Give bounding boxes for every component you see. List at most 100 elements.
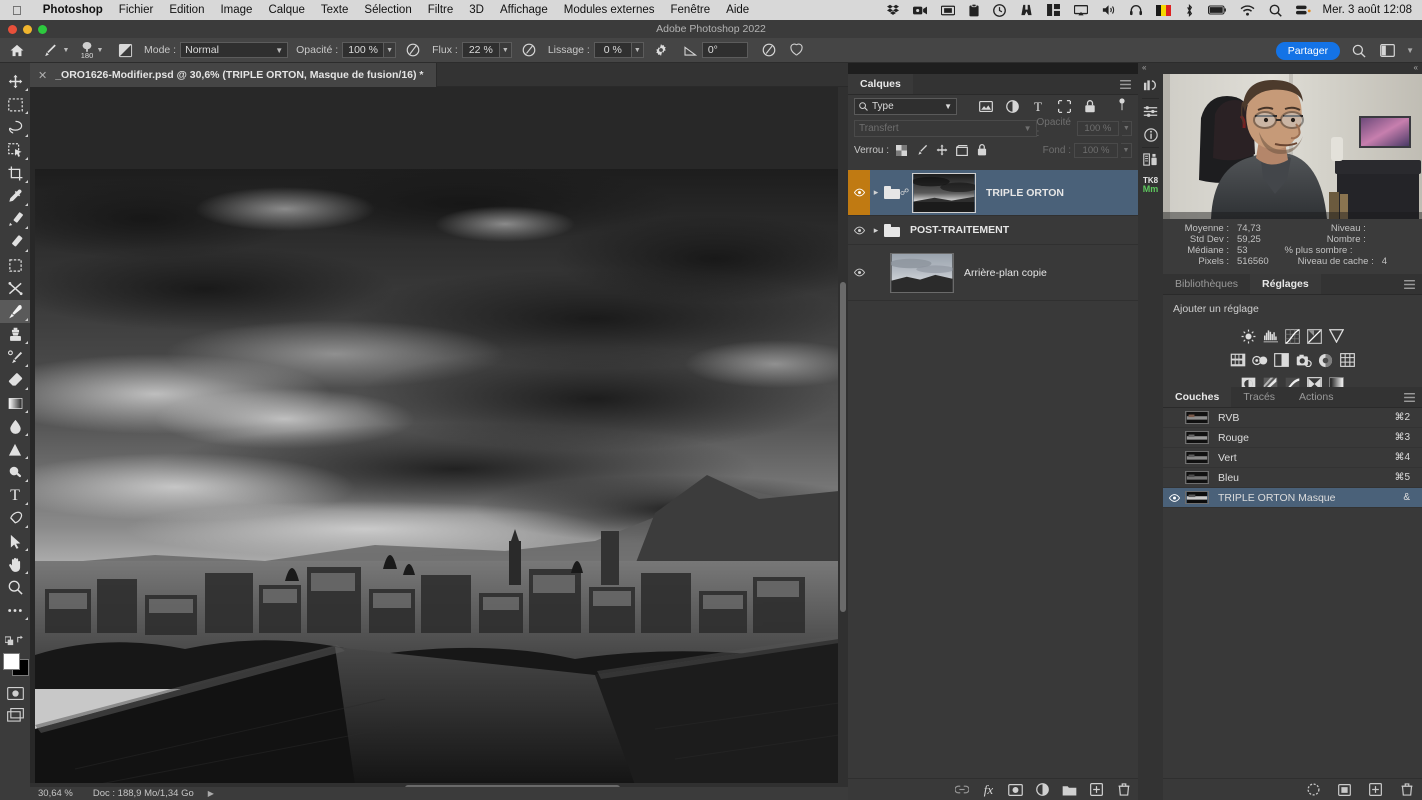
angle-input[interactable]: 0° xyxy=(701,42,748,58)
adjustment-filter-icon[interactable] xyxy=(1002,97,1022,115)
zoom-level[interactable]: 30,64 % xyxy=(30,788,81,799)
opacity-input[interactable]: 100 % xyxy=(342,42,385,58)
table-row[interactable]: Vert ⌘4 xyxy=(1163,448,1422,468)
channel-visibility-toggle[interactable] xyxy=(1163,493,1185,502)
layer-style-fx-icon[interactable]: fx xyxy=(980,781,997,798)
swap-reset-colors-icons[interactable] xyxy=(0,629,30,652)
tab-bibliotheques[interactable]: Bibliothèques xyxy=(1163,274,1250,294)
tab-traces[interactable]: Tracés xyxy=(1231,387,1287,407)
zoom-tool[interactable] xyxy=(0,576,30,599)
layer-visibility-toggle[interactable] xyxy=(848,170,870,215)
menu-image[interactable]: Image xyxy=(212,4,260,16)
load-selection-icon[interactable] xyxy=(1306,782,1321,797)
spot-healing-brush-tool[interactable] xyxy=(0,208,30,231)
smart-object-filter-icon[interactable] xyxy=(1080,97,1100,115)
layer-visibility-toggle[interactable] xyxy=(848,216,870,244)
wifi-icon[interactable] xyxy=(1233,4,1262,16)
flow-chevron-icon[interactable]: ▼ xyxy=(499,42,512,58)
close-icon[interactable]: ✕ xyxy=(38,69,47,82)
type-tool[interactable]: T xyxy=(0,484,30,507)
control-center-icon[interactable] xyxy=(1289,4,1318,16)
menu-3d[interactable]: 3D xyxy=(461,4,492,16)
table-row[interactable]: ▸ POST-TRAITEMENT xyxy=(848,216,1138,245)
color-swatches[interactable] xyxy=(0,652,30,682)
tab-couches[interactable]: Couches xyxy=(1163,387,1232,407)
menu-edition[interactable]: Edition xyxy=(161,4,212,16)
frame-tool[interactable] xyxy=(0,254,30,277)
screen-record-icon[interactable] xyxy=(906,5,934,16)
path-selection-tool[interactable] xyxy=(0,530,30,553)
hand-tool[interactable] xyxy=(0,553,30,576)
rectangular-marquee-tool[interactable] xyxy=(0,93,30,116)
clone-stamp-tool[interactable] xyxy=(0,323,30,346)
shuffle-tool[interactable] xyxy=(0,277,30,300)
adjustments-rail-icon[interactable] xyxy=(1138,99,1163,123)
symmetry-butterfly-icon[interactable] xyxy=(786,39,808,61)
layout-icon[interactable] xyxy=(1040,4,1067,16)
burn-tool[interactable] xyxy=(0,461,30,484)
panel-menu-icon[interactable] xyxy=(1404,274,1422,294)
menu-affichage[interactable]: Affichage xyxy=(492,4,556,16)
bluetooth-icon[interactable] xyxy=(1178,3,1201,17)
dropbox-icon[interactable] xyxy=(880,4,906,16)
spotlight-search-icon[interactable] xyxy=(1262,4,1289,17)
brightness-contrast-icon[interactable] xyxy=(1240,328,1257,344)
binoculars-icon[interactable] xyxy=(1013,4,1040,17)
save-selection-icon[interactable] xyxy=(1337,782,1352,797)
battery-icon[interactable] xyxy=(1201,5,1233,15)
delete-channel-icon[interactable] xyxy=(1399,782,1414,797)
pen-tool[interactable] xyxy=(0,507,30,530)
table-row[interactable]: Bleu ⌘5 xyxy=(1163,468,1422,488)
collapse-rail-icon[interactable]: « xyxy=(1142,63,1146,72)
eraser-tool[interactable] xyxy=(0,369,30,392)
table-row[interactable]: Arrière-plan copie xyxy=(848,245,1138,301)
airplay-icon[interactable] xyxy=(1067,4,1095,16)
table-row[interactable]: RVB ⌘2 xyxy=(1163,408,1422,428)
menu-texte[interactable]: Texte xyxy=(313,4,357,16)
airbrush-icon[interactable] xyxy=(518,39,540,61)
curves-icon[interactable] xyxy=(1284,328,1301,344)
menu-photoshop[interactable]: Photoshop xyxy=(35,4,111,16)
edit-toolbar-ellipsis-icon[interactable] xyxy=(0,599,30,622)
lasso-tool[interactable] xyxy=(0,116,30,139)
brush-panel-icon[interactable] xyxy=(114,39,136,61)
lock-transparency-icon[interactable] xyxy=(894,144,909,156)
info-rail-icon[interactable] xyxy=(1138,123,1163,147)
foreground-color-swatch[interactable] xyxy=(3,653,20,670)
history-brush-tool[interactable] xyxy=(0,346,30,369)
canvas-vertical-scrollbar[interactable] xyxy=(838,87,848,783)
clock-icon[interactable] xyxy=(986,3,1013,17)
scroll-thumb[interactable] xyxy=(840,282,846,612)
new-channel-icon[interactable] xyxy=(1368,782,1383,797)
canvas-area[interactable] xyxy=(30,87,848,783)
new-layer-icon[interactable] xyxy=(1088,781,1105,798)
panel-menu-icon[interactable] xyxy=(1120,74,1138,94)
add-mask-icon[interactable] xyxy=(1007,781,1024,798)
tab-calques[interactable]: Calques xyxy=(848,74,913,94)
menu-fichier[interactable]: Fichier xyxy=(111,4,162,16)
shape-filter-icon[interactable] xyxy=(1054,97,1074,115)
chevron-down-icon[interactable]: ▼ xyxy=(1121,120,1132,136)
lock-all-icon[interactable] xyxy=(974,144,989,156)
layer-blend-mode-select[interactable]: Transfert ▼ xyxy=(854,119,1037,137)
clipboard-icon[interactable] xyxy=(962,3,986,17)
type-filter-icon[interactable]: T xyxy=(1028,97,1048,115)
color-balance-icon[interactable] xyxy=(1251,352,1268,368)
vibrance-icon[interactable] xyxy=(1328,328,1345,344)
layer-thumbnail[interactable] xyxy=(890,252,954,293)
brush-preset-icon[interactable] xyxy=(38,39,60,61)
photo-filter-icon[interactable] xyxy=(1295,352,1312,368)
eyedropper-tool[interactable] xyxy=(0,185,30,208)
layer-fill-group[interactable]: Fond : 100 % ▼ xyxy=(1043,142,1132,158)
brush-size-picker[interactable]: 180 xyxy=(80,41,94,60)
move-tool[interactable] xyxy=(0,70,30,93)
pressure-opacity-icon[interactable] xyxy=(402,39,424,61)
crop-tool[interactable] xyxy=(0,162,30,185)
brush-size-chevron-icon[interactable]: ▼ xyxy=(94,39,106,61)
tab-reglages[interactable]: Réglages xyxy=(1250,274,1321,294)
volume-icon[interactable] xyxy=(1095,4,1123,16)
actions-rail-icon[interactable] xyxy=(1138,148,1163,172)
hue-saturation-icon[interactable] xyxy=(1229,352,1246,368)
lock-position-icon[interactable] xyxy=(934,144,949,156)
menu-aide[interactable]: Aide xyxy=(718,4,757,16)
